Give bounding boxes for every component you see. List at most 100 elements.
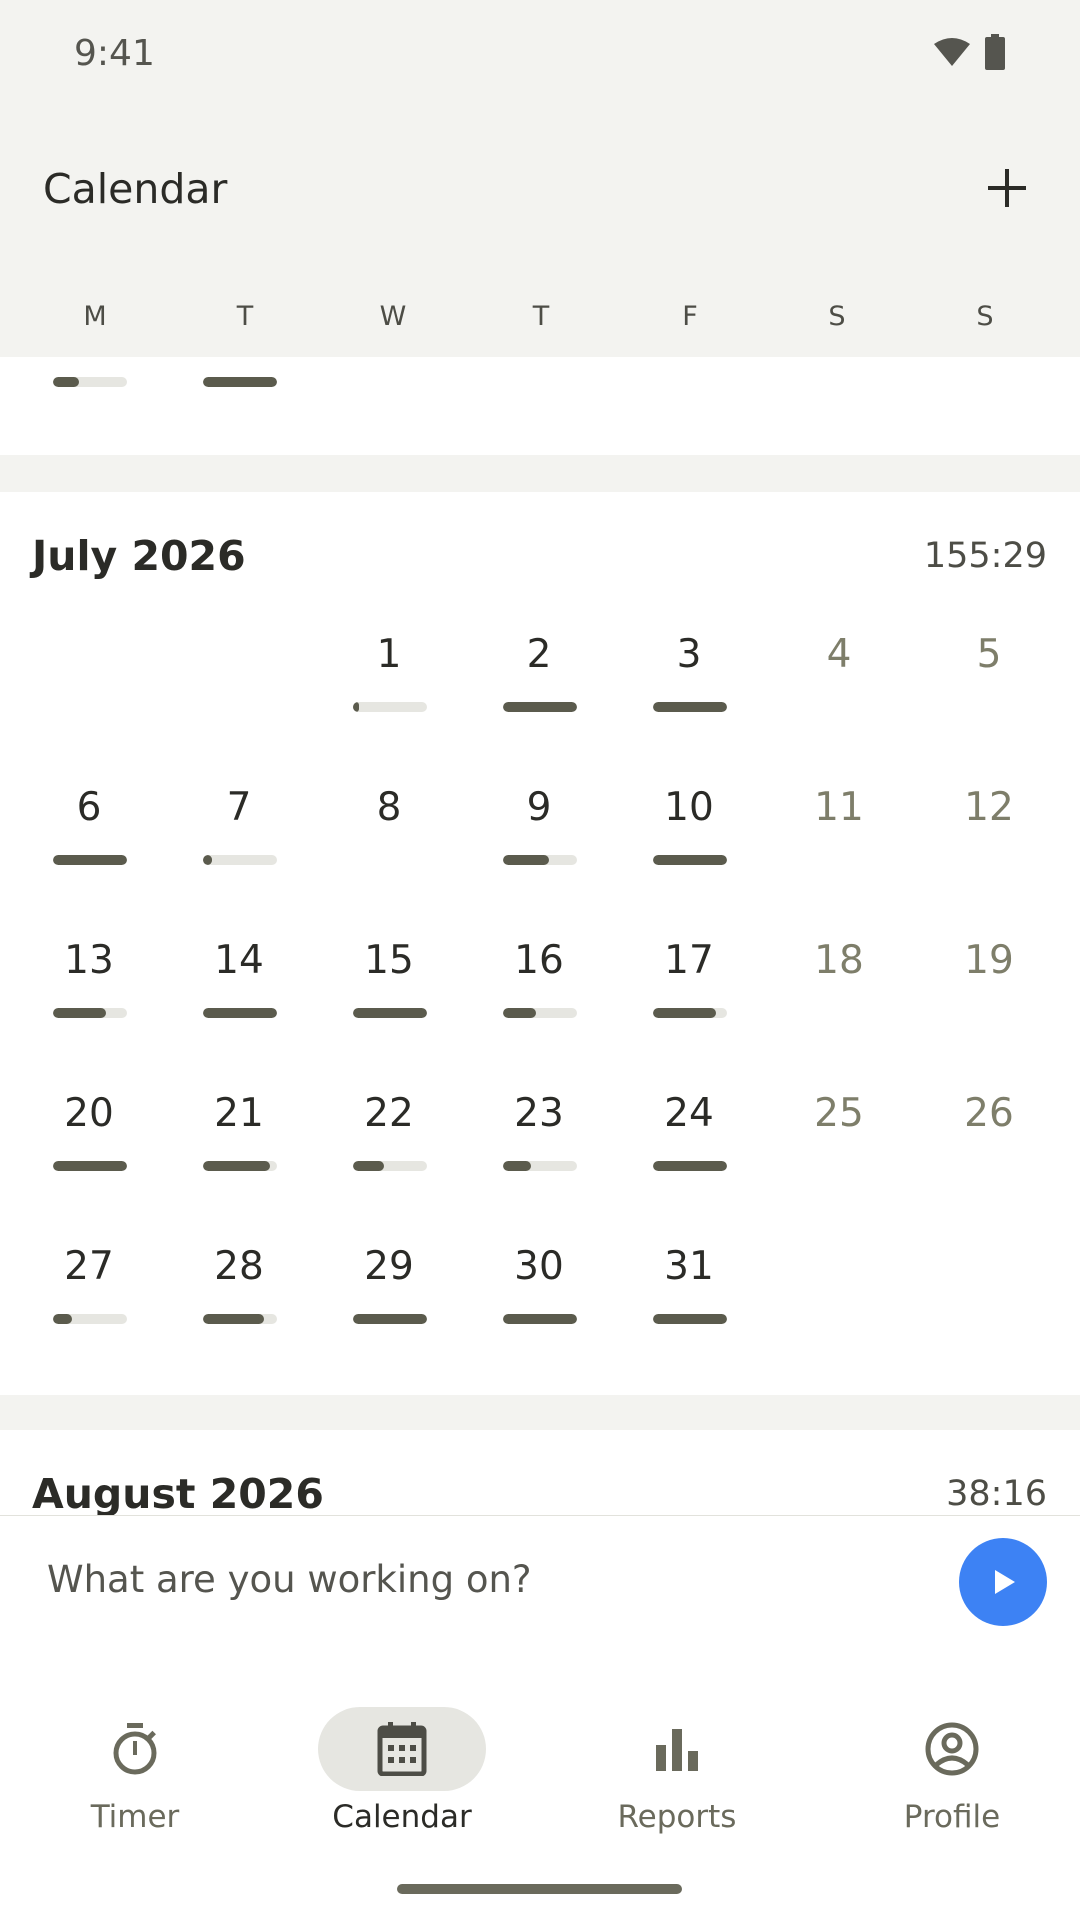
description-input[interactable]: What are you working on? [47,1558,532,1601]
day-progress-bar [53,377,127,387]
calendar-scroll[interactable]: July 2026 155:29 1 2 3 4 5 6 7 8 9 10 11 12 13 14 15 16… [0,357,1080,1515]
day-number: 23 [514,1091,564,1136]
day-progress-bar [653,855,727,865]
day-progress-fill [653,1314,727,1324]
calendar-day[interactable]: 7 [184,785,294,905]
calendar-day[interactable]: 23 [484,1091,594,1211]
calendar-day[interactable]: 13 [34,938,144,1058]
calendar-day[interactable]: 22 [334,1091,444,1211]
day-progress-fill [53,1314,73,1324]
nav-profile[interactable]: Profile [817,1675,1080,1835]
day-number: 16 [514,938,564,983]
day-progress-fill [503,855,549,865]
day-number: 6 [76,785,102,830]
nav-pill-active [318,1707,486,1791]
nav-pill [593,1707,761,1791]
nav-timer[interactable]: Timer [0,1675,270,1835]
day-progress-bar [503,702,577,712]
wifi-icon [934,38,970,66]
calendar-day[interactable]: 8 [334,785,444,905]
day-progress-bar [653,1008,727,1018]
month-total: 38:16 [946,1474,1047,1514]
day-progress-bar [353,1008,427,1018]
calendar-day[interactable]: 29 [334,1244,444,1364]
calendar-day[interactable]: 5 [934,632,1044,752]
calendar-day[interactable]: 30 [484,1244,594,1364]
calendar-day[interactable]: 28 [184,1244,294,1364]
timer-entry-bar: What are you working on? [0,1515,1080,1645]
home-indicator[interactable] [397,1884,682,1894]
day-number: 8 [376,785,402,830]
calendar-day[interactable]: 16 [484,938,594,1058]
calendar-day[interactable]: 3 [634,632,744,752]
day-number: 14 [214,938,264,983]
plus-icon [988,169,1026,207]
calendar-day[interactable]: 1 [334,632,444,752]
nav-label: Calendar [332,1799,472,1835]
month-july: July 2026 155:29 1 2 3 4 5 6 7 8 9 10 11 12 13 14 15 16… [0,492,1080,1395]
nav-calendar[interactable]: Calendar [267,1675,537,1835]
weekday-label: T [236,301,254,332]
month-title: July 2026 [32,532,246,580]
day-number: 19 [964,938,1014,983]
calendar-day[interactable]: 27 [34,1244,144,1364]
calendar-day[interactable]: 18 [784,938,894,1058]
day-progress-bar [53,1314,127,1324]
day-number: 2 [526,632,552,677]
calendar-day[interactable]: 12 [934,785,1044,905]
calendar-day[interactable]: 15 [334,938,444,1058]
weekday-label: F [682,301,698,332]
nav-pill [868,1707,1036,1791]
battery-icon [985,34,1005,70]
calendar-day[interactable]: 25 [784,1091,894,1211]
day-number: 24 [664,1091,714,1136]
nav-reports[interactable]: Reports [542,1675,812,1835]
calendar-day[interactable]: 21 [184,1091,294,1211]
day-progress-fill [203,1161,270,1171]
calendar-day[interactable]: 17 [634,938,744,1058]
calendar-day[interactable]: 2 [484,632,594,752]
day-number: 27 [64,1244,114,1289]
day-number: 1 [376,632,402,677]
day-progress-fill [53,1161,127,1171]
calendar-day[interactable]: 11 [784,785,894,905]
day-progress-bar [503,1008,577,1018]
day-progress-fill [503,1161,532,1171]
day-number: 26 [964,1091,1014,1136]
calendar-day[interactable]: 20 [34,1091,144,1211]
nav-pill [51,1707,219,1791]
day-number: 7 [226,785,252,830]
day-number: 13 [64,938,114,983]
calendar-day[interactable]: 9 [484,785,594,905]
day-progress-bar [653,1314,727,1324]
day-progress-fill [503,1008,537,1018]
calendar-icon [377,1722,427,1776]
top-app-bar: Calendar [0,105,1080,273]
weekday-label: M [83,301,107,332]
day-progress-bar [53,1008,127,1018]
calendar-day[interactable]: 19 [934,938,1044,1058]
month-total: 155:29 [923,536,1047,576]
weekday-label: W [379,301,407,332]
day-progress-bar [503,1161,577,1171]
day-progress-fill [653,1008,716,1018]
calendar-day[interactable]: 31 [634,1244,744,1364]
add-button[interactable] [979,160,1035,216]
bar-chart-icon [656,1729,698,1771]
day-number: 9 [526,785,552,830]
day-number: 28 [214,1244,264,1289]
day-number: 10 [664,785,714,830]
day-number: 17 [664,938,714,983]
calendar-day[interactable]: 14 [184,938,294,1058]
calendar-day[interactable]: 4 [784,632,894,752]
calendar-day[interactable]: 10 [634,785,744,905]
calendar-day[interactable]: 6 [34,785,144,905]
day-progress-bar [203,1314,277,1324]
day-progress-bar [503,855,577,865]
day-progress-fill [353,1314,427,1324]
day-progress-fill [503,1314,577,1324]
calendar-day[interactable]: 24 [634,1091,744,1211]
start-timer-button[interactable] [959,1538,1047,1626]
day-progress-bar [653,702,727,712]
calendar-day[interactable]: 26 [934,1091,1044,1211]
